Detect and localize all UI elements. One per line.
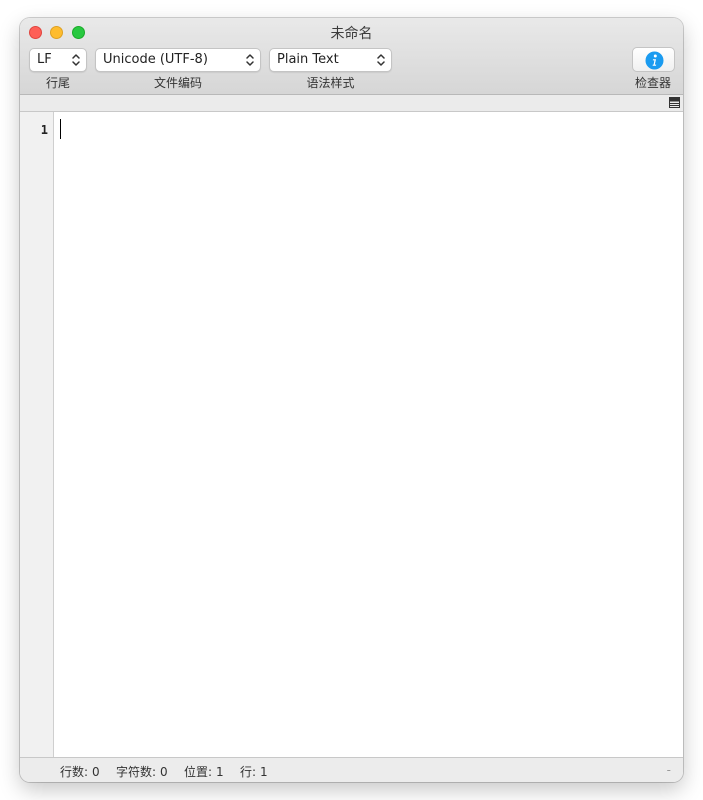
line-ending-label: 行尾 <box>45 76 70 90</box>
status-line-count-value: 0 <box>92 765 100 779</box>
encoding-label: 文件编码 <box>153 76 202 90</box>
status-trailing-indicator: - <box>666 763 671 777</box>
status-line-count-label: 行数: <box>60 765 89 779</box>
status-char-count-value: 0 <box>160 765 168 779</box>
chevron-updown-icon <box>72 54 80 66</box>
line-number: 1 <box>40 123 48 137</box>
line-ending-popup[interactable]: LF <box>29 48 87 72</box>
status-position-label: 位置: <box>184 765 213 779</box>
encoding-popup[interactable]: Unicode (UTF-8) <box>95 48 261 72</box>
status-char-count-label: 字符数: <box>116 765 157 779</box>
text-editor-area[interactable] <box>54 112 683 757</box>
editor-window: 未命名 LF Unicode (UTF-8) Plain Text 行尾 文件编… <box>20 18 683 782</box>
text-caret <box>60 119 61 139</box>
navigation-bar <box>20 95 683 112</box>
info-icon <box>645 51 664 70</box>
inspector-button[interactable] <box>632 47 675 72</box>
chevron-updown-icon <box>377 54 385 66</box>
line-ending-value: LF <box>37 52 52 67</box>
encoding-value: Unicode (UTF-8) <box>103 52 208 67</box>
status-position: 位置: 1 <box>184 763 224 780</box>
status-row-label: 行: <box>240 765 257 779</box>
status-bar: 行数: 0 字符数: 0 位置: 1 行: 1 - <box>20 757 683 782</box>
syntax-style-value: Plain Text <box>277 52 339 67</box>
window-title: 未命名 <box>330 26 373 42</box>
split-view-icon[interactable] <box>669 97 680 108</box>
title-bar: 未命名 LF Unicode (UTF-8) Plain Text 行尾 文件编… <box>20 18 683 95</box>
status-row: 行: 1 <box>240 763 268 780</box>
line-number-gutter: 1 <box>20 112 54 757</box>
inspector-label: 检查器 <box>634 76 671 90</box>
chevron-updown-icon <box>246 54 254 66</box>
syntax-style-popup[interactable]: Plain Text <box>269 48 392 72</box>
status-row-value: 1 <box>260 765 268 779</box>
syntax-style-label: 语法样式 <box>306 76 355 90</box>
status-position-value: 1 <box>216 765 224 779</box>
status-line-count: 行数: 0 <box>60 763 100 780</box>
status-char-count: 字符数: 0 <box>116 763 168 780</box>
